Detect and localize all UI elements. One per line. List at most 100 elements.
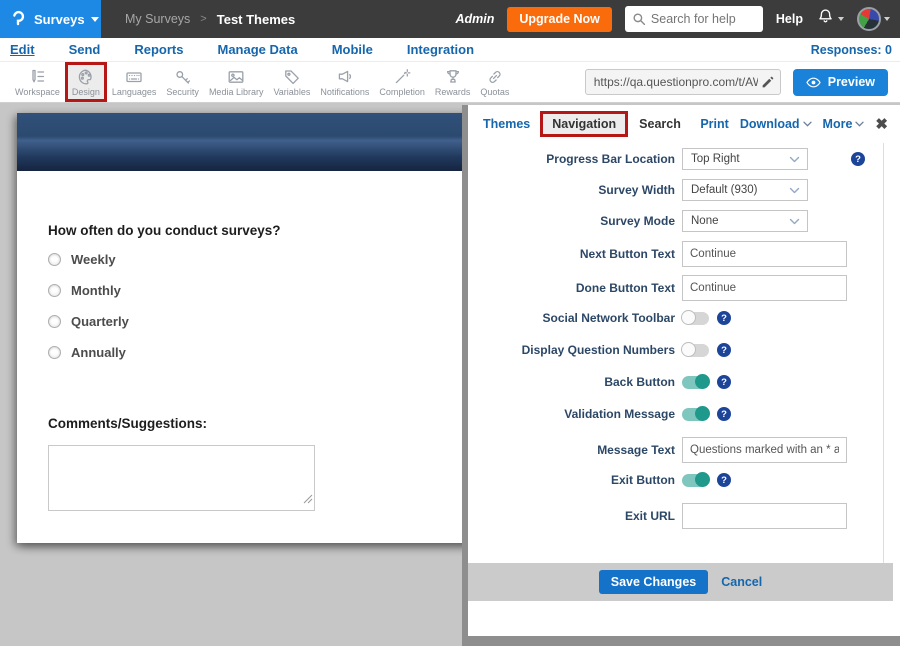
- account-menu[interactable]: [857, 7, 890, 31]
- close-icon[interactable]: ✖: [875, 117, 888, 132]
- toolbar-item-design[interactable]: Design: [65, 62, 107, 102]
- bell-icon: [816, 7, 835, 31]
- help-icon[interactable]: ?: [717, 375, 731, 389]
- toolbar-item-label: Security: [166, 87, 199, 97]
- toolbar-item-label: Notifications: [320, 87, 369, 97]
- toolbar-item-variables[interactable]: Variables: [268, 62, 315, 102]
- setting-row-progress-bar-location: Progress Bar LocationTop Right?: [468, 148, 883, 170]
- help-icon[interactable]: ?: [717, 343, 731, 357]
- toolbar-item-media-library[interactable]: Media Library: [204, 62, 269, 102]
- display-question-numbers-toggle[interactable]: [682, 344, 709, 357]
- nav-tab-integration[interactable]: Integration: [390, 42, 491, 57]
- variables-icon: [282, 67, 302, 87]
- survey-comments-textarea[interactable]: [48, 445, 315, 511]
- surveys-menu-label: Surveys: [34, 12, 85, 27]
- panel-tab-navigation[interactable]: Navigation: [540, 111, 628, 137]
- message-text-input[interactable]: [682, 437, 847, 463]
- navigation-settings-form: Progress Bar LocationTop Right?Survey Wi…: [468, 143, 884, 563]
- exit-button-toggle[interactable]: [682, 474, 709, 487]
- progress-bar-location-select[interactable]: Top Right: [682, 148, 808, 170]
- radio-button[interactable]: [48, 284, 61, 297]
- survey-url-field: [585, 69, 781, 95]
- quotas-icon: [485, 67, 505, 87]
- preview-button-label: Preview: [828, 75, 875, 89]
- help-icon[interactable]: ?: [851, 152, 865, 166]
- field-label-exit-button: Exit Button: [468, 473, 675, 487]
- topbar-right-group: Admin Upgrade Now Help: [455, 6, 900, 32]
- survey-width-select[interactable]: Default (930): [682, 179, 808, 201]
- toolbar-item-quotas[interactable]: Quotas: [475, 62, 514, 102]
- toolbar-item-languages[interactable]: Languages: [107, 62, 162, 102]
- surveys-product-menu[interactable]: Surveys: [0, 0, 101, 38]
- exit-url-input[interactable]: [682, 503, 847, 529]
- cancel-link[interactable]: Cancel: [721, 575, 762, 589]
- help-icon[interactable]: ?: [717, 311, 731, 325]
- radio-button[interactable]: [48, 315, 61, 328]
- toolbar-item-security[interactable]: Security: [161, 62, 204, 102]
- security-icon: [173, 67, 193, 87]
- preview-button[interactable]: Preview: [793, 69, 888, 96]
- admin-label: Admin: [455, 12, 494, 26]
- responses-count[interactable]: Responses: 0: [811, 43, 900, 57]
- breadcrumb-my-surveys[interactable]: My Surveys: [125, 12, 190, 26]
- workspace-icon: [27, 67, 47, 87]
- toolbar-item-workspace[interactable]: Workspace: [10, 62, 65, 102]
- notifications-bell-menu[interactable]: [816, 7, 844, 31]
- panel-footer: Save Changes Cancel: [468, 563, 893, 601]
- next-button-text-input[interactable]: [682, 241, 847, 267]
- print-link[interactable]: Print: [700, 117, 728, 131]
- nav-tab-mobile[interactable]: Mobile: [315, 42, 390, 57]
- social-network-toolbar-toggle[interactable]: [682, 312, 709, 325]
- rewards-icon: [443, 67, 463, 87]
- breadcrumb-separator: >: [200, 13, 206, 25]
- field-label-done-button-text: Done Button Text: [468, 281, 675, 295]
- chevron-down-icon: [91, 17, 99, 22]
- toolbar-item-label: Completion: [379, 87, 425, 97]
- radio-button[interactable]: [48, 253, 61, 266]
- help-icon[interactable]: ?: [717, 407, 731, 421]
- navigation-settings-panel: Themes Navigation Search Print Download Mo…: [462, 105, 900, 646]
- survey-url-input[interactable]: [586, 75, 761, 89]
- download-menu[interactable]: Download: [740, 117, 812, 131]
- help-link[interactable]: Help: [776, 12, 803, 26]
- field-label-message-text: Message Text: [468, 443, 675, 457]
- toolbar-item-label: Rewards: [435, 87, 471, 97]
- setting-row-exit-url: Exit URL: [468, 503, 883, 529]
- toolbar-item-label: Variables: [273, 87, 310, 97]
- nav-tab-manage-data[interactable]: Manage Data: [200, 42, 314, 57]
- nav-tab-reports[interactable]: Reports: [117, 42, 200, 57]
- answer-option-weekly: Weekly: [48, 252, 129, 267]
- panel-tab-search[interactable]: Search: [639, 117, 681, 131]
- survey-mode-select[interactable]: None: [682, 210, 808, 232]
- toolbar-item-label: Media Library: [209, 87, 264, 97]
- help-icon[interactable]: ?: [717, 473, 731, 487]
- radio-button[interactable]: [48, 346, 61, 359]
- validation-message-toggle[interactable]: [682, 408, 709, 421]
- done-button-text-input[interactable]: [682, 275, 847, 301]
- back-button-toggle[interactable]: [682, 376, 709, 389]
- comments-label: Comments/Suggestions:: [48, 416, 207, 431]
- design-toolbar: WorkspaceDesignLanguages Security Media Li…: [0, 62, 900, 103]
- nav-tab-edit[interactable]: Edit: [0, 42, 52, 57]
- toolbar-item-notifications[interactable]: Notifications: [315, 62, 374, 102]
- eye-icon: [806, 77, 821, 88]
- chevron-down-icon: [855, 121, 864, 127]
- chevron-down-icon: [789, 187, 800, 194]
- setting-row-message-text: Message Text: [468, 437, 883, 463]
- toggle-knob: [695, 472, 710, 487]
- help-search: [625, 6, 763, 32]
- setting-row-display-question-numbers: Display Question Numbers?: [468, 341, 883, 359]
- save-changes-button[interactable]: Save Changes: [599, 570, 708, 594]
- toolbar-item-rewards[interactable]: Rewards: [430, 62, 476, 102]
- setting-row-social-network-toolbar: Social Network Toolbar?: [468, 309, 883, 327]
- upgrade-now-button[interactable]: Upgrade Now: [507, 7, 612, 32]
- answer-option-annually: Annually: [48, 345, 129, 360]
- nav-tab-send[interactable]: Send: [52, 42, 118, 57]
- toggle-knob: [681, 342, 696, 357]
- setting-row-exit-button: Exit Button?: [468, 471, 883, 489]
- chevron-down-icon: [789, 156, 800, 163]
- more-menu[interactable]: More: [823, 117, 865, 131]
- panel-tab-themes[interactable]: Themes: [483, 117, 530, 131]
- toolbar-item-completion[interactable]: Completion: [374, 62, 430, 102]
- pencil-icon[interactable]: [761, 76, 774, 89]
